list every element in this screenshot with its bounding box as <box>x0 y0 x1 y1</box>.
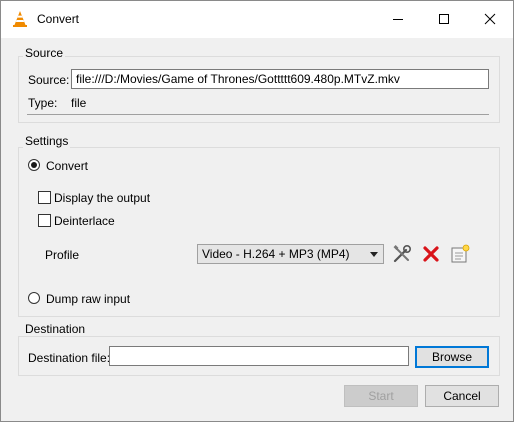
window-title: Convert <box>37 12 80 26</box>
type-value: file <box>71 96 87 110</box>
new-profile-button[interactable] <box>449 243 471 265</box>
convert-radio[interactable] <box>28 159 40 171</box>
source-group <box>18 56 500 123</box>
chevron-down-icon <box>370 252 378 257</box>
profile-label: Profile <box>45 248 80 262</box>
source-field[interactable]: file:///D:/Movies/Game of Thrones/Gotttt… <box>71 69 489 89</box>
settings-group-title: Settings <box>23 134 71 148</box>
edit-profile-icon <box>393 244 412 263</box>
vlc-cone-icon <box>11 10 29 28</box>
new-profile-icon <box>451 244 470 263</box>
delete-profile-button[interactable] <box>420 243 442 265</box>
dump-raw-radio[interactable] <box>28 292 40 304</box>
type-label: Type: <box>28 96 58 110</box>
destination-file-label: Destination file: <box>28 351 111 365</box>
destination-file-input[interactable] <box>109 346 409 366</box>
source-group-title: Source <box>23 46 66 60</box>
close-button[interactable] <box>467 1 513 38</box>
display-output-checkbox[interactable] <box>38 191 51 204</box>
source-label: Source: <box>28 73 70 87</box>
edit-profile-button[interactable] <box>391 243 413 265</box>
maximize-button[interactable] <box>421 1 467 38</box>
deinterlace-label[interactable]: Deinterlace <box>54 214 115 228</box>
destination-group-title: Destination <box>23 322 88 336</box>
browse-button[interactable]: Browse <box>415 346 489 368</box>
display-output-label[interactable]: Display the output <box>54 191 150 205</box>
profile-select[interactable]: Video - H.264 + MP3 (MP4) <box>197 244 384 264</box>
start-button[interactable]: Start <box>344 385 418 407</box>
convert-radio-label[interactable]: Convert <box>46 159 88 173</box>
convert-dialog: Convert Source Source: file:///D:/Movies… <box>0 0 514 422</box>
title-bar: Convert <box>1 1 513 38</box>
cancel-button[interactable]: Cancel <box>425 385 499 407</box>
source-divider <box>27 114 489 115</box>
dump-raw-label[interactable]: Dump raw input <box>46 292 130 306</box>
deinterlace-checkbox[interactable] <box>38 214 51 227</box>
profile-select-value: Video - H.264 + MP3 (MP4) <box>202 247 350 261</box>
delete-profile-icon <box>423 246 439 262</box>
minimize-button[interactable] <box>375 1 421 38</box>
